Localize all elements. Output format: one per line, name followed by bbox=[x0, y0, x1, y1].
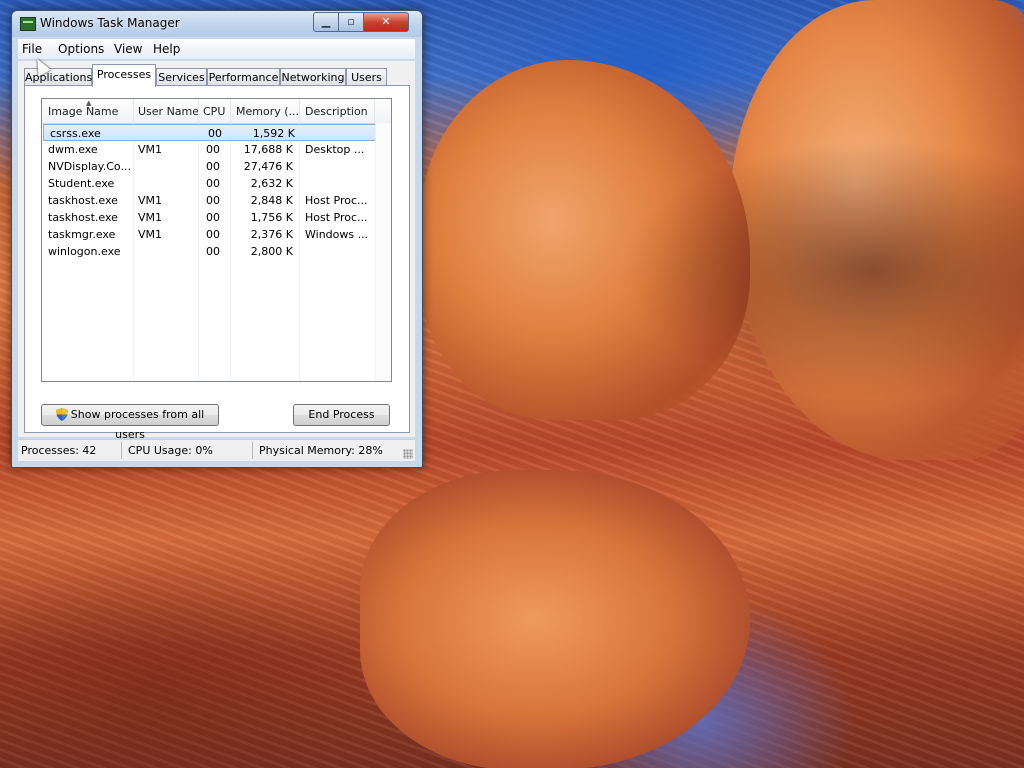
list-header: ▲ Image Name User Name CPU Memory (... D… bbox=[42, 99, 391, 124]
cell-image-name: taskhost.exe bbox=[48, 211, 118, 224]
cell-description: Host Proc... bbox=[305, 194, 368, 207]
table-row[interactable]: csrss.exe 00 1,592 K bbox=[43, 124, 376, 141]
cell-memory: 2,376 K bbox=[250, 228, 293, 241]
cell-cpu: 00 bbox=[208, 127, 222, 140]
column-user-name[interactable]: User Name bbox=[138, 105, 199, 118]
cell-user-name: VM1 bbox=[138, 228, 163, 241]
menu-options[interactable]: Options bbox=[58, 42, 104, 56]
list-scrollbar-area bbox=[375, 123, 391, 381]
table-row[interactable]: taskmgr.exe VM1 00 2,376 K Windows ... bbox=[42, 226, 391, 243]
status-processes: Processes: 42 bbox=[21, 444, 97, 457]
cell-description: Desktop ... bbox=[305, 143, 365, 156]
maximize-button[interactable]: ▫ bbox=[338, 12, 364, 32]
show-all-processes-button[interactable]: Show processes from all users bbox=[41, 404, 219, 441]
tab-services[interactable]: Services bbox=[156, 68, 207, 86]
cell-image-name: winlogon.exe bbox=[48, 245, 121, 258]
cell-image-name: dwm.exe bbox=[48, 143, 98, 156]
title-bar[interactable]: Windows Task Manager ▁ ▫ ✕ bbox=[12, 11, 422, 37]
cell-image-name: taskmgr.exe bbox=[48, 228, 116, 241]
cell-memory: 1,756 K bbox=[250, 211, 293, 224]
process-rows: csrss.exe 00 1,592 K dwm.exe VM1 00 17,6… bbox=[42, 124, 391, 260]
processes-panel: ▲ Image Name User Name CPU Memory (... D… bbox=[24, 85, 410, 441]
cell-user-name: VM1 bbox=[138, 143, 163, 156]
cell-cpu: 00 bbox=[206, 245, 220, 258]
process-list[interactable]: ▲ Image Name User Name CPU Memory (... D… bbox=[41, 98, 392, 382]
resize-grip-icon[interactable] bbox=[403, 449, 413, 459]
cell-cpu: 00 bbox=[206, 143, 220, 156]
show-all-label: Show processes from all users bbox=[70, 408, 205, 441]
status-cpu-usage: CPU Usage: 0% bbox=[128, 444, 213, 457]
task-manager-window: Windows Task Manager ▁ ▫ ✕ File Options … bbox=[11, 10, 423, 468]
tab-applications[interactable]: Applications bbox=[24, 68, 92, 86]
cell-memory: 17,688 K bbox=[243, 143, 293, 156]
menu-bar: File Options View Help bbox=[18, 39, 415, 59]
cell-image-name: NVDisplay.Co... bbox=[48, 160, 131, 173]
column-image-name[interactable]: Image Name bbox=[48, 105, 118, 118]
column-description[interactable]: Description bbox=[305, 105, 368, 118]
tab-users[interactable]: Users bbox=[346, 68, 387, 86]
column-cpu[interactable]: CPU bbox=[203, 105, 225, 118]
status-bar: Processes: 42 CPU Usage: 0% Physical Mem… bbox=[18, 439, 415, 461]
table-row[interactable]: NVDisplay.Co... 00 27,476 K bbox=[42, 158, 391, 175]
end-process-button[interactable]: End Process bbox=[293, 404, 390, 426]
cell-cpu: 00 bbox=[206, 160, 220, 173]
table-row[interactable]: dwm.exe VM1 00 17,688 K Desktop ... bbox=[42, 141, 391, 158]
table-row[interactable]: Student.exe 00 2,632 K bbox=[42, 175, 391, 192]
cell-memory: 2,632 K bbox=[250, 177, 293, 190]
task-manager-icon bbox=[20, 17, 36, 31]
cell-memory: 27,476 K bbox=[243, 160, 293, 173]
cell-cpu: 00 bbox=[206, 228, 220, 241]
window-title: Windows Task Manager bbox=[40, 16, 180, 30]
column-memory[interactable]: Memory (... bbox=[236, 105, 299, 118]
cell-cpu: 00 bbox=[206, 211, 220, 224]
table-row[interactable]: taskhost.exe VM1 00 1,756 K Host Proc... bbox=[42, 209, 391, 226]
cell-description: Host Proc... bbox=[305, 211, 368, 224]
menu-help[interactable]: Help bbox=[153, 42, 180, 56]
tab-performance[interactable]: Performance bbox=[207, 68, 280, 86]
cell-description: Windows ... bbox=[305, 228, 369, 241]
menu-view[interactable]: View bbox=[114, 42, 142, 56]
menu-file[interactable]: File bbox=[22, 42, 42, 56]
client-area: Applications Processes Services Performa… bbox=[18, 61, 415, 441]
table-row[interactable]: taskhost.exe VM1 00 2,848 K Host Proc... bbox=[42, 192, 391, 209]
status-physical-memory: Physical Memory: 28% bbox=[259, 444, 383, 457]
cell-memory: 2,800 K bbox=[250, 245, 293, 258]
tab-networking[interactable]: Networking bbox=[280, 68, 346, 86]
cell-user-name: VM1 bbox=[138, 194, 163, 207]
cell-image-name: taskhost.exe bbox=[48, 194, 118, 207]
close-button[interactable]: ✕ bbox=[363, 12, 409, 32]
cell-memory: 1,592 K bbox=[252, 127, 295, 140]
cell-memory: 2,848 K bbox=[250, 194, 293, 207]
cell-user-name: VM1 bbox=[138, 211, 163, 224]
cell-cpu: 00 bbox=[206, 194, 220, 207]
cell-cpu: 00 bbox=[206, 177, 220, 190]
minimize-button[interactable]: ▁ bbox=[313, 12, 339, 32]
cell-image-name: csrss.exe bbox=[50, 127, 101, 140]
cell-image-name: Student.exe bbox=[48, 177, 115, 190]
tab-processes[interactable]: Processes bbox=[92, 64, 156, 87]
uac-shield-icon bbox=[55, 408, 68, 421]
table-row[interactable]: winlogon.exe 00 2,800 K bbox=[42, 243, 391, 260]
